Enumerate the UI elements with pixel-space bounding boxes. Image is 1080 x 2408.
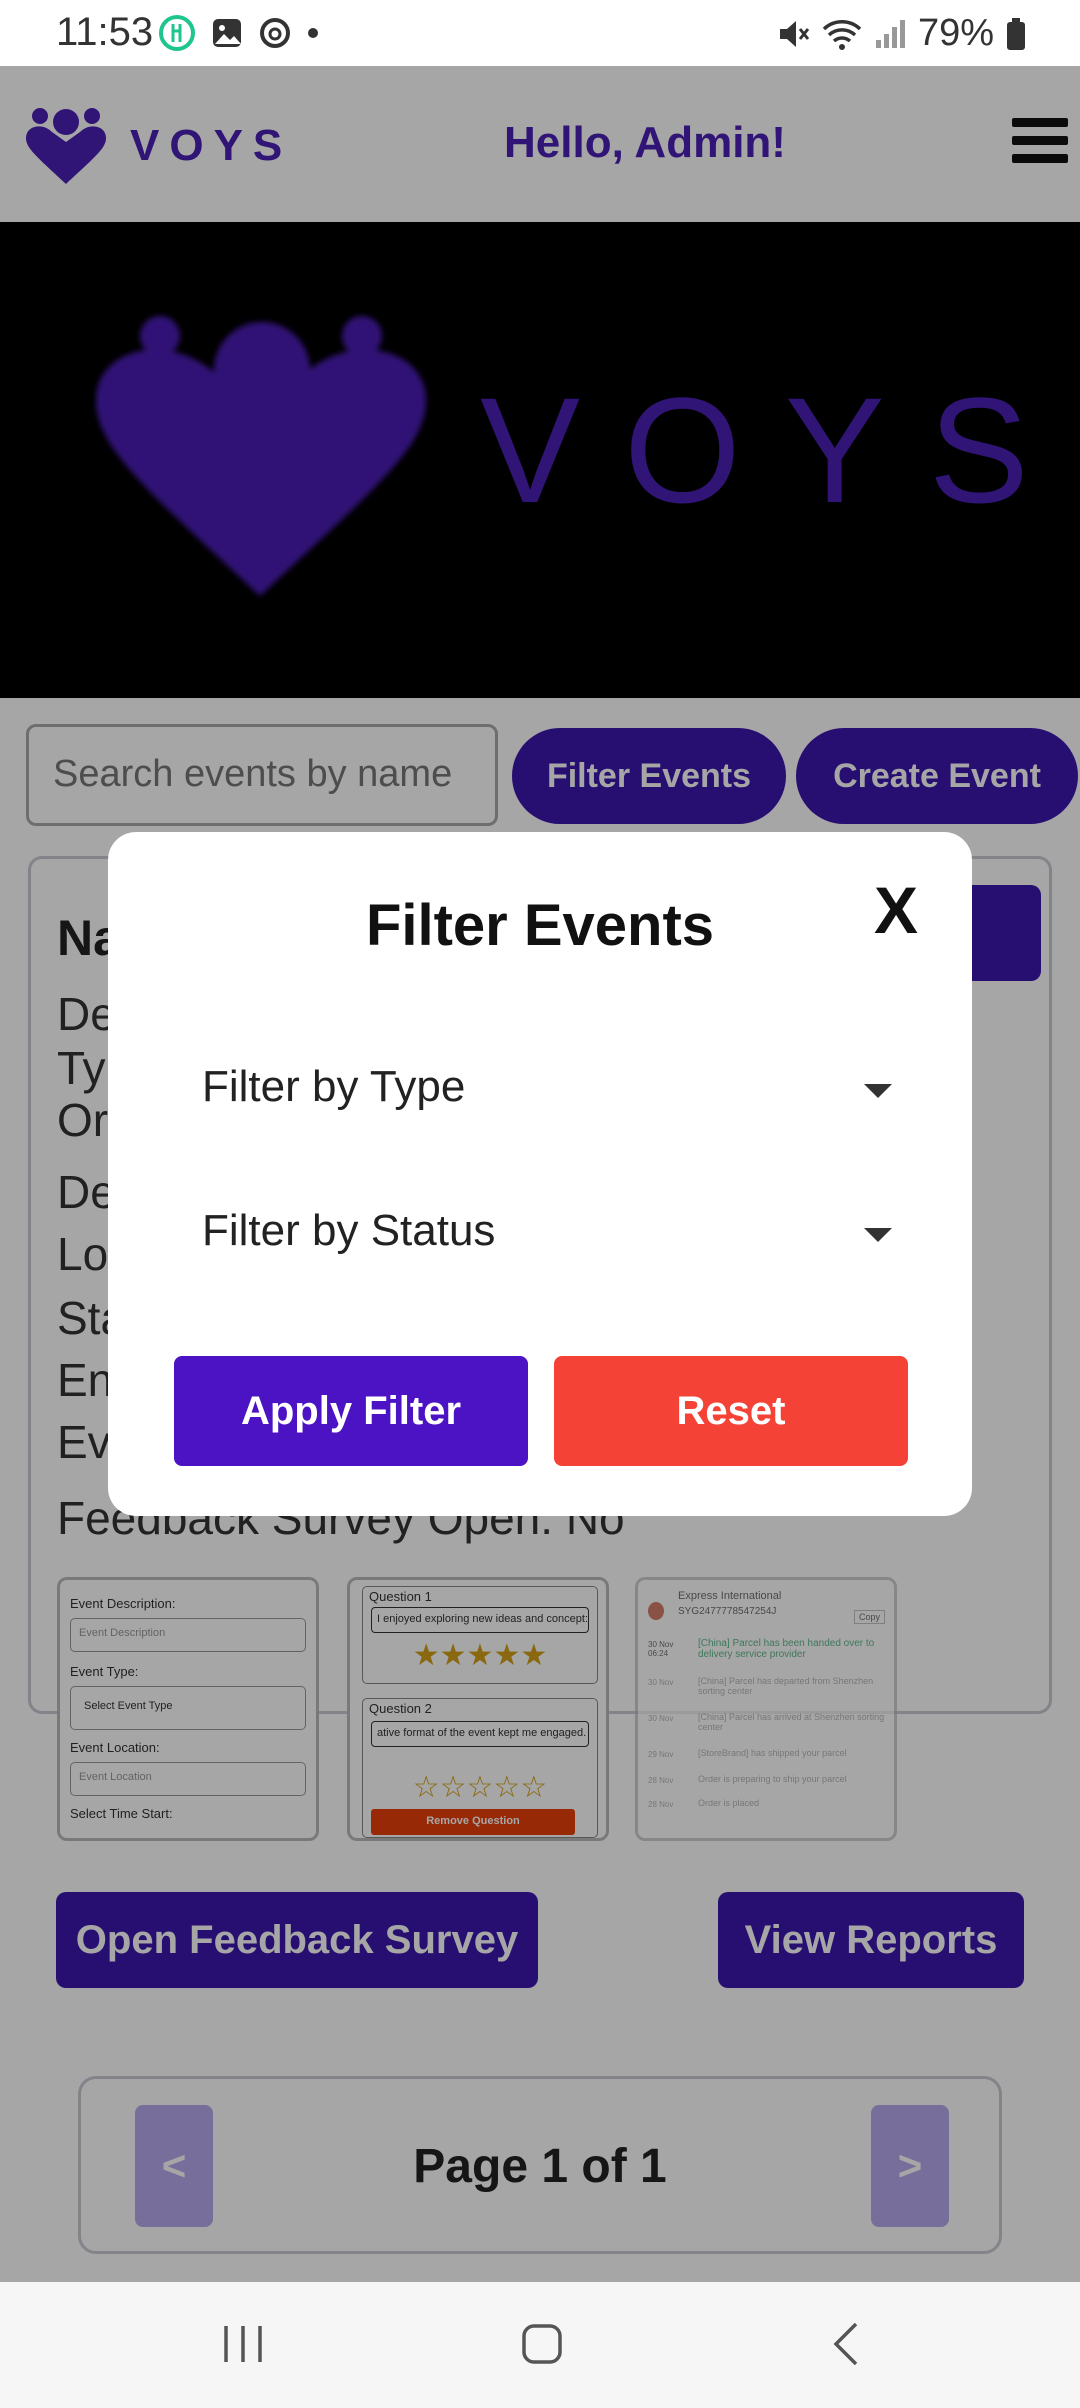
food-app-icon	[159, 15, 195, 51]
recent-apps-icon[interactable]	[218, 2322, 268, 2366]
status-right: 79%	[776, 12, 1026, 55]
threads-icon	[260, 18, 290, 48]
chevron-down-icon	[864, 1084, 892, 1098]
modal-title: Filter Events	[365, 893, 715, 958]
mute-icon	[779, 20, 810, 47]
signal-icon	[875, 19, 905, 48]
filter-events-modal: Filter Events X Filter by Type Filter by…	[108, 832, 972, 1516]
wifi-icon	[822, 19, 862, 50]
apply-filter-button[interactable]: Apply Filter	[174, 1356, 528, 1466]
filter-status-label: Filter by Status	[202, 1206, 496, 1255]
reset-button[interactable]: Reset	[554, 1356, 908, 1466]
filter-by-status-select[interactable]: Filter by Status	[202, 1206, 892, 1266]
battery-icon	[1007, 17, 1025, 50]
gallery-icon	[213, 19, 241, 47]
chevron-down-icon	[864, 1228, 892, 1242]
back-icon[interactable]	[826, 2320, 866, 2368]
battery-percent: 79%	[917, 12, 994, 54]
close-modal-button[interactable]: X	[874, 872, 918, 948]
system-nav-bar	[0, 2282, 1080, 2408]
home-icon[interactable]	[518, 2320, 566, 2368]
notification-icons	[158, 14, 320, 52]
dot-icon	[308, 28, 318, 38]
filter-type-label: Filter by Type	[202, 1062, 466, 1111]
status-bar: 11:53 79%	[0, 0, 1080, 66]
status-time: 11:53	[56, 10, 154, 54]
filter-by-type-select[interactable]: Filter by Type	[202, 1062, 892, 1122]
